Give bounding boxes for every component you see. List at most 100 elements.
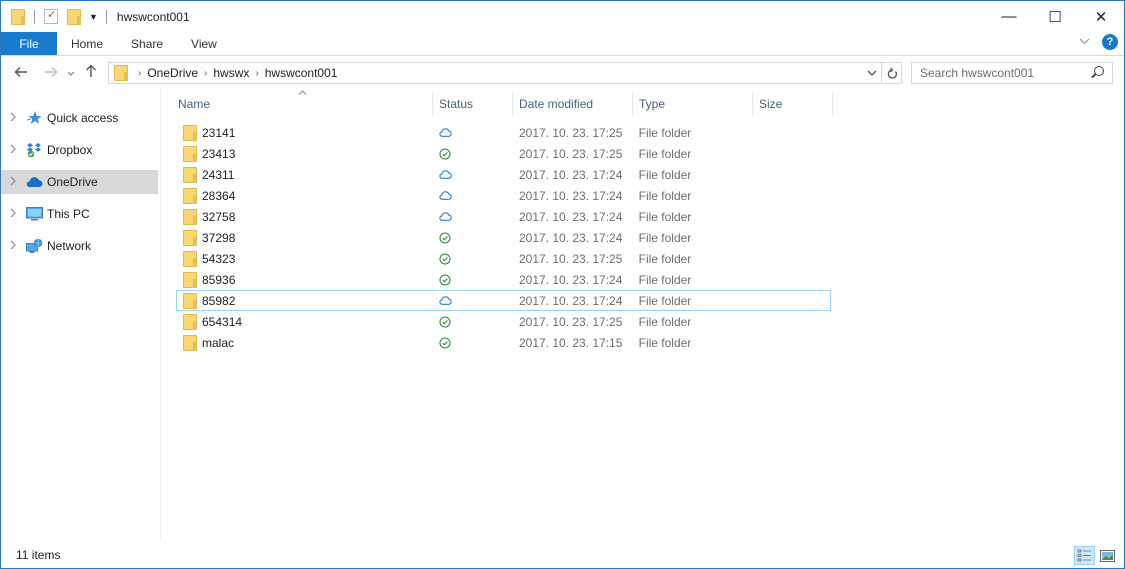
file-row[interactable]: 23141 2017. 10. 23. 17:25 File folder xyxy=(176,122,831,143)
file-row[interactable]: malac 2017. 10. 23. 17:15 File folder xyxy=(176,332,831,353)
type-cell: File folder xyxy=(638,251,692,266)
status-cell xyxy=(433,228,513,247)
up-arrow-icon xyxy=(86,64,96,77)
large-icons-view-icon xyxy=(1100,549,1115,562)
help-icon[interactable]: ? xyxy=(1102,34,1118,50)
title-bar: ▼ hwswcont001 — ☐ ✕ xyxy=(1,1,1124,32)
chevron-down-icon xyxy=(67,71,75,76)
column-header-date-modified[interactable]: Date modified xyxy=(513,93,633,115)
close-button[interactable]: ✕ xyxy=(1078,1,1124,32)
tab-home[interactable]: Home xyxy=(57,32,117,55)
tab-view[interactable]: View xyxy=(177,32,231,55)
size-cell xyxy=(752,312,830,331)
sidebar-item-this-pc[interactable]: This PC xyxy=(1,202,158,226)
ribbon-tabs: File Home Share View ? xyxy=(1,32,1124,56)
file-row[interactable]: 32758 2017. 10. 23. 17:24 File folder xyxy=(176,206,831,227)
breadcrumb-separator[interactable]: › xyxy=(255,68,258,79)
status-cell xyxy=(433,291,513,310)
up-button[interactable] xyxy=(79,64,103,82)
file-name-cell: 23141 xyxy=(177,123,433,142)
file-row[interactable]: 23413 2017. 10. 23. 17:25 File folder xyxy=(176,143,831,164)
expand-chevron-icon[interactable] xyxy=(1,240,25,253)
date-modified-cell: 2017. 10. 23. 17:25 xyxy=(518,146,623,161)
new-folder-icon[interactable] xyxy=(67,8,81,25)
sidebar-item-label: OneDrive xyxy=(47,175,98,189)
expand-chevron-icon[interactable] xyxy=(1,208,25,221)
folder-icon xyxy=(183,166,197,183)
sidebar-item-network[interactable]: Network xyxy=(1,234,158,258)
file-row[interactable]: 54323 2017. 10. 23. 17:25 File folder xyxy=(176,248,831,269)
type-cell: File folder xyxy=(638,188,692,203)
minimize-button[interactable]: — xyxy=(986,1,1032,32)
folder-icon[interactable] xyxy=(11,8,25,25)
back-arrow-icon xyxy=(14,66,27,77)
file-row[interactable]: 28364 2017. 10. 23. 17:24 File folder xyxy=(176,185,831,206)
size-cell xyxy=(752,144,830,163)
tab-file[interactable]: File xyxy=(1,32,57,55)
size-cell xyxy=(752,270,830,289)
navigation-pane: Quick access Dropbox OneDrive This PC Ne… xyxy=(1,89,161,541)
forward-button[interactable] xyxy=(39,65,63,82)
synced-check-icon xyxy=(439,315,451,328)
column-header-size[interactable]: Size xyxy=(753,93,833,115)
online-only-cloud-icon xyxy=(439,170,452,179)
address-bar[interactable]: › OneDrive › hwswx › hwswcont001 xyxy=(108,62,882,84)
search-box[interactable] xyxy=(911,62,1113,84)
file-row[interactable]: 37298 2017. 10. 23. 17:24 File folder xyxy=(176,227,831,248)
expand-chevron-icon[interactable] xyxy=(1,112,25,125)
folder-icon xyxy=(183,187,197,204)
toolbar-separator xyxy=(34,9,35,24)
synced-check-icon xyxy=(439,336,451,349)
file-row[interactable]: 85982 2017. 10. 23. 17:24 File folder xyxy=(176,290,831,311)
details-view-icon xyxy=(1077,549,1091,562)
file-row[interactable]: 654314 2017. 10. 23. 17:25 File folder xyxy=(176,311,831,332)
status-cell xyxy=(433,165,513,184)
sidebar-item-quick-access[interactable]: Quick access xyxy=(1,106,158,130)
folder-icon xyxy=(183,292,197,309)
breadcrumb-onedrive[interactable]: OneDrive xyxy=(147,66,198,80)
address-dropdown-button[interactable] xyxy=(867,68,877,79)
breadcrumb-hwswx[interactable]: hwswx xyxy=(213,66,249,80)
file-name-cell: 32758 xyxy=(177,207,433,226)
column-header-status[interactable]: Status xyxy=(433,93,513,115)
file-name: 37298 xyxy=(202,230,236,245)
breadcrumb-hwswcont001[interactable]: hwswcont001 xyxy=(265,66,338,80)
synced-check-icon xyxy=(439,252,451,265)
synced-check-icon xyxy=(439,231,451,244)
file-name-cell: 85936 xyxy=(177,270,433,289)
date-modified-cell: 2017. 10. 23. 17:24 xyxy=(518,272,623,287)
synced-check-icon xyxy=(439,273,451,286)
close-icon: ✕ xyxy=(1094,8,1108,26)
size-cell xyxy=(752,186,830,205)
large-icons-view-button[interactable] xyxy=(1097,546,1118,565)
column-header-type[interactable]: Type xyxy=(633,93,753,115)
file-row[interactable]: 85936 2017. 10. 23. 17:24 File folder xyxy=(176,269,831,290)
properties-icon[interactable] xyxy=(44,8,58,24)
column-headers: Name Status Date modified Type Size xyxy=(172,93,833,115)
expand-ribbon-chevron-icon[interactable] xyxy=(1079,36,1090,48)
column-header-name[interactable]: Name xyxy=(172,93,433,115)
search-input[interactable] xyxy=(920,66,1085,80)
date-modified-cell: 2017. 10. 23. 17:24 xyxy=(518,293,623,308)
date-modified-cell: 2017. 10. 23. 17:24 xyxy=(518,209,623,224)
expand-chevron-icon[interactable] xyxy=(1,176,25,189)
customize-dropdown-icon[interactable]: ▼ xyxy=(89,12,98,22)
sidebar-item-dropbox[interactable]: Dropbox xyxy=(1,138,158,162)
expand-chevron-icon[interactable] xyxy=(1,144,25,157)
recent-locations-button[interactable] xyxy=(63,68,79,79)
details-view-button[interactable] xyxy=(1074,546,1095,565)
breadcrumb-separator[interactable]: › xyxy=(138,68,141,79)
file-name: 85936 xyxy=(202,272,236,287)
search-icon[interactable] xyxy=(1094,66,1104,76)
breadcrumb-separator[interactable]: › xyxy=(204,68,207,79)
file-explorer-window: ▼ hwswcont001 — ☐ ✕ File Home Share View… xyxy=(0,0,1125,569)
back-button[interactable] xyxy=(9,65,33,82)
maximize-button[interactable]: ☐ xyxy=(1032,1,1078,32)
size-cell xyxy=(752,291,830,310)
refresh-button[interactable] xyxy=(882,62,902,84)
item-count: 11 items xyxy=(16,548,61,562)
folder-icon xyxy=(183,208,197,225)
tab-share[interactable]: Share xyxy=(117,32,177,55)
sidebar-item-onedrive[interactable]: OneDrive xyxy=(1,170,158,194)
file-row[interactable]: 24311 2017. 10. 23. 17:24 File folder xyxy=(176,164,831,185)
